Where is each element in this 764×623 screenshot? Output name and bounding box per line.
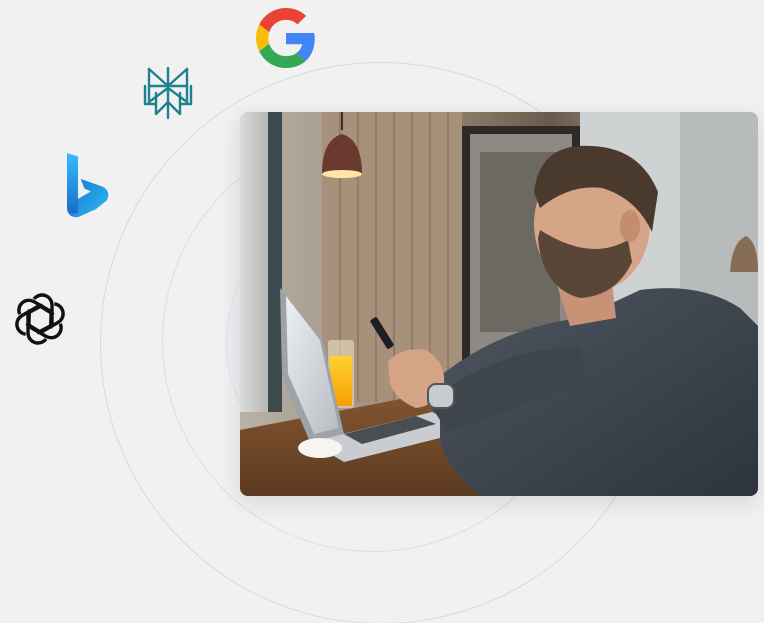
openai-logo-icon [10,289,70,349]
hero-illustration [0,0,764,623]
bing-logo-icon [64,152,112,218]
perplexity-logo-icon [143,66,193,120]
cafe-photo [240,112,758,496]
google-logo-icon [256,8,316,68]
